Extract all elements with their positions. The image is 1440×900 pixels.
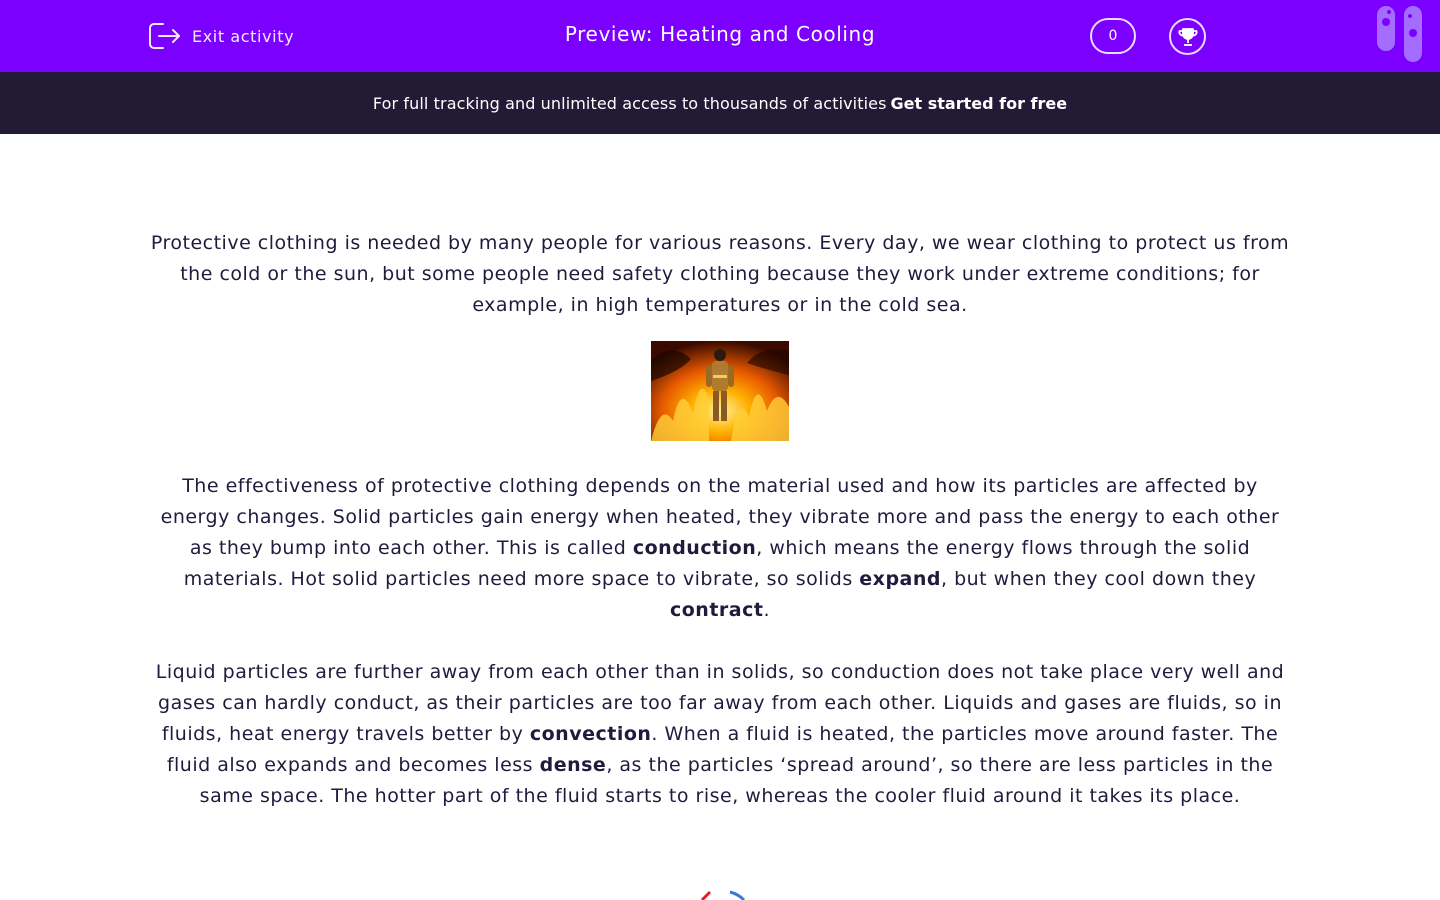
intro-paragraph: Protective clothing is needed by many pe… bbox=[150, 232, 1290, 316]
banner-text: For full tracking and unlimited access t… bbox=[372, 93, 887, 113]
term-expand: expand bbox=[859, 568, 941, 590]
activity-content: Protective clothing is needed by many pe… bbox=[140, 228, 1300, 812]
signup-banner: For full tracking and unlimited access t… bbox=[0, 72, 1440, 134]
conduction-text-4: . bbox=[763, 599, 770, 621]
trophy-button[interactable] bbox=[1169, 18, 1206, 55]
score-value: 0 bbox=[1108, 28, 1118, 44]
term-conduction: conduction bbox=[632, 537, 757, 559]
top-bar: Exit activity Preview: Heating and Cooli… bbox=[0, 0, 1440, 72]
conduction-text-3: , but when they cool down they bbox=[941, 568, 1257, 590]
get-started-link[interactable]: Get started for free bbox=[891, 94, 1068, 113]
convection-paragraph: Liquid particles are further away from e… bbox=[140, 657, 1300, 812]
term-convection: convection bbox=[529, 723, 652, 745]
trophy-icon bbox=[1177, 27, 1198, 46]
firefighter-image bbox=[651, 341, 789, 441]
term-contract: contract bbox=[669, 599, 764, 621]
page-title: Preview: Heating and Cooling bbox=[564, 22, 876, 46]
test-tubes-icon bbox=[1377, 6, 1422, 62]
conduction-paragraph: The effectiveness of protective clothing… bbox=[150, 471, 1290, 626]
score-counter: 0 bbox=[1090, 18, 1136, 54]
convection-diagram-image bbox=[700, 890, 746, 900]
term-dense: dense bbox=[539, 754, 607, 776]
